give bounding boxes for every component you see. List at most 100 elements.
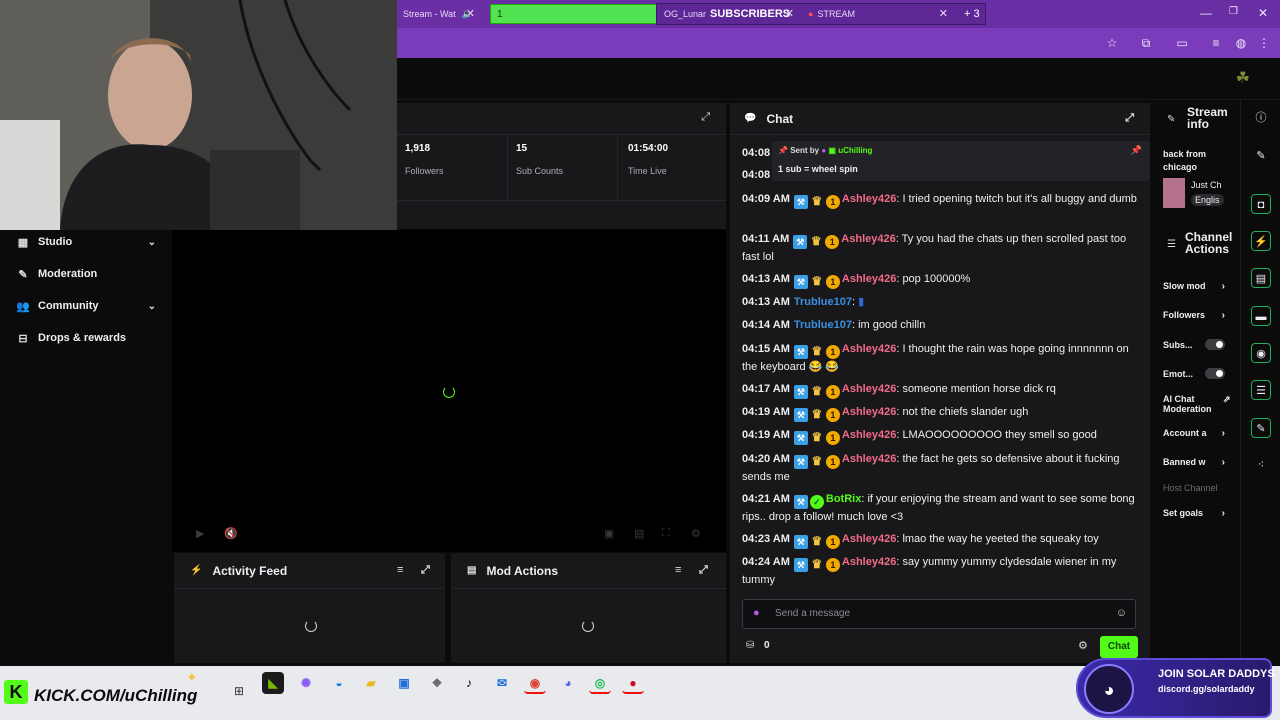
message-username[interactable]: Trublue107: [794, 319, 852, 331]
emotes-toggle[interactable]: [1205, 368, 1225, 379]
lightning-icon[interactable]: ⚡: [1251, 231, 1271, 251]
sidebar-item-studio[interactable]: ▦ Studio ⌄: [16, 232, 162, 252]
message-username[interactable]: BotRix: [826, 493, 861, 505]
tab-stream2[interactable]: ● STREAM ✕: [802, 4, 952, 24]
message-username[interactable]: Ashley426: [842, 556, 896, 568]
popout-icon[interactable]: ⤢: [1125, 112, 1134, 125]
tab-subscribers[interactable]: OG_Lunar SUBSCRIBERS ✕: [658, 4, 798, 24]
minimize-icon[interactable]: —: [1200, 6, 1212, 20]
subs-toggle[interactable]: [1205, 339, 1225, 350]
message-username[interactable]: Ashley426: [842, 383, 896, 395]
popout-icon[interactable]: ⤢: [699, 564, 708, 577]
chat-message[interactable]: 04:13 AM ⚒ ♛ 1 Ashley426: pop 100000%: [742, 271, 1140, 289]
message-username[interactable]: Ashley426: [842, 533, 896, 545]
chat-message[interactable]: 04:11 AM ⚒ ♛ 1 Ashley426: Ty you had the cha…: [742, 231, 1140, 266]
account-age-item[interactable]: Account a ›: [1163, 428, 1233, 439]
message-username[interactable]: Trublue107: [794, 296, 852, 308]
subs-only-item[interactable]: Subs...: [1163, 339, 1233, 350]
chat-message[interactable]: 04:20 AM ⚒ ♛ 1 Ashley426: the fact he gets s…: [742, 451, 1140, 486]
pinned-message[interactable]: 📌 Sent by ● ▣ uChilling 1 sub = wheel sp…: [772, 141, 1150, 181]
info-icon[interactable]: ⓘ: [1251, 108, 1271, 128]
play-icon[interactable]: ▶: [196, 527, 204, 540]
edit-icon[interactable]: ✎: [1251, 146, 1271, 166]
filter-icon[interactable]: ≡: [397, 564, 403, 576]
chat-message[interactable]: 04:23 AM ⚒ ♛ 1 Ashley426: lmao the way he ye…: [742, 531, 1140, 549]
apps-icon[interactable]: ❖: [426, 672, 448, 694]
message-username[interactable]: Ashley426: [841, 233, 895, 245]
popout-icon[interactable]: ⤢: [701, 111, 710, 124]
banned-words-item[interactable]: Banned w ›: [1163, 457, 1233, 468]
message-username[interactable]: Ashley426: [842, 273, 896, 285]
profile-avatar-icon[interactable]: ☘: [1236, 68, 1250, 88]
wrench-icon[interactable]: ✎: [1251, 418, 1271, 438]
chat-message[interactable]: 04:09 AM ⚒ ♛ 1 Ashley426: I tried opening tw…: [742, 191, 1140, 209]
video-player[interactable]: ▶ 🔇 ▣ ▤ ⛶ ⚙: [172, 230, 726, 552]
chat-message[interactable]: 04:21 AM ⚒ ✓ BotRix: if your enjoying the s…: [742, 491, 1140, 526]
ai-moderation-item[interactable]: AI Chat Moderation ⇗: [1163, 394, 1231, 414]
discord-icon[interactable]: ◕: [557, 672, 579, 694]
store-icon[interactable]: ▣: [393, 672, 415, 694]
host-channel-item[interactable]: Host Channel: [1163, 483, 1233, 493]
followers-only-item[interactable]: Followers ›: [1163, 310, 1233, 321]
broadcast-icon[interactable]: ◉: [1251, 343, 1271, 363]
star-icon[interactable]: ☆: [1105, 36, 1119, 50]
media-icon[interactable]: ≡: [1209, 36, 1223, 50]
edge-icon[interactable]: ◒: [328, 672, 350, 694]
sidebar-item-moderation[interactable]: ✎ Moderation: [16, 264, 162, 284]
set-goals-item[interactable]: Set goals ›: [1163, 508, 1233, 519]
widgets-icon[interactable]: ⊞: [234, 684, 244, 698]
chat-message[interactable]: 04:19 AM ⚒ ♛ 1 Ashley426: LMAOOOOOOOOO they …: [742, 427, 1140, 445]
slow-mode-item[interactable]: Slow mod ›: [1163, 281, 1233, 292]
spotify-icon[interactable]: ◎: [589, 672, 611, 694]
new-tab-button[interactable]: + 3: [958, 4, 988, 24]
message-username[interactable]: Ashley426: [842, 406, 896, 418]
chat-message[interactable]: 04:13 AM Trublue107: ▮: [742, 294, 1140, 311]
close-window-icon[interactable]: ✕: [1258, 6, 1268, 20]
more-icon[interactable]: ⁖: [1251, 455, 1271, 475]
profile-icon[interactable]: ◍: [1234, 36, 1248, 50]
tiktok-icon[interactable]: ♪: [458, 672, 480, 694]
chat-message[interactable]: 04:24 AM ⚒ ♛ 1 Ashley426: say yummy yummy cl…: [742, 554, 1140, 589]
send-chat-button[interactable]: Chat: [1100, 636, 1138, 658]
close-tab-icon[interactable]: ✕: [466, 7, 475, 20]
mute-icon[interactable]: 🔇: [224, 527, 238, 540]
pip-icon[interactable]: ▣: [604, 527, 614, 540]
chat-message[interactable]: 04:14 AM Trublue107: im good chilln: [742, 317, 1140, 334]
emoji-icon[interactable]: ☺: [1116, 607, 1127, 619]
folder-icon[interactable]: ▰: [360, 672, 382, 694]
copilot-icon[interactable]: ✺: [295, 672, 317, 694]
theater-icon[interactable]: ▤: [634, 527, 644, 540]
tab-stream[interactable]: Stream - Wat 🔈 ✕: [397, 4, 479, 24]
obs-icon[interactable]: ●: [622, 672, 644, 694]
extensions-icon[interactable]: ⧉: [1139, 36, 1153, 50]
close-tab-icon[interactable]: ✕: [785, 7, 794, 20]
chat-settings-icon[interactable]: ⚙: [1078, 639, 1088, 652]
clipboard-icon[interactable]: ▤: [1251, 268, 1271, 288]
sidebar-item-community[interactable]: 👥 Community ⌄: [16, 296, 162, 316]
cast-icon[interactable]: ▭: [1175, 36, 1189, 50]
nvidia-icon[interactable]: ◣: [262, 672, 284, 694]
outlook-icon[interactable]: ✉: [491, 672, 513, 694]
chat-message[interactable]: 04:17 AM ⚒ ♛ 1 Ashley426: someone mention ho…: [742, 381, 1140, 399]
close-tab-icon[interactable]: ✕: [939, 7, 948, 20]
tab-green-progress[interactable]: 1: [490, 4, 658, 24]
chat-message[interactable]: 04:15 AM ⚒ ♛ 1 Ashley426: I thought the rain…: [742, 341, 1140, 376]
chat-icon[interactable]: ▬: [1251, 306, 1271, 326]
unpin-icon[interactable]: 📌: [1131, 145, 1142, 156]
restore-icon[interactable]: ❐: [1229, 6, 1238, 17]
message-username[interactable]: Ashley426: [842, 193, 896, 205]
filter-icon[interactable]: ≡: [675, 564, 681, 576]
chat-input[interactable]: ● Send a message ☺: [742, 599, 1136, 629]
message-username[interactable]: Ashley426: [842, 343, 896, 355]
popout-icon[interactable]: ⤢: [421, 564, 430, 577]
mic-icon[interactable]: ●: [753, 607, 760, 619]
list-icon[interactable]: ☰: [1251, 380, 1271, 400]
fullscreen-icon[interactable]: ⛶: [662, 527, 670, 540]
chrome-icon[interactable]: ◉: [524, 672, 546, 694]
chat-message[interactable]: 04:19 AM ⚒ ♛ 1 Ashley426: not the chiefs sla…: [742, 404, 1140, 422]
menu-icon[interactable]: ⋮: [1257, 36, 1271, 50]
camera-icon[interactable]: ◘: [1251, 194, 1271, 214]
sidebar-item-drops[interactable]: ⊟ Drops & rewards: [16, 328, 162, 348]
message-username[interactable]: Ashley426: [842, 429, 896, 441]
emotes-only-item[interactable]: Emot...: [1163, 368, 1233, 379]
